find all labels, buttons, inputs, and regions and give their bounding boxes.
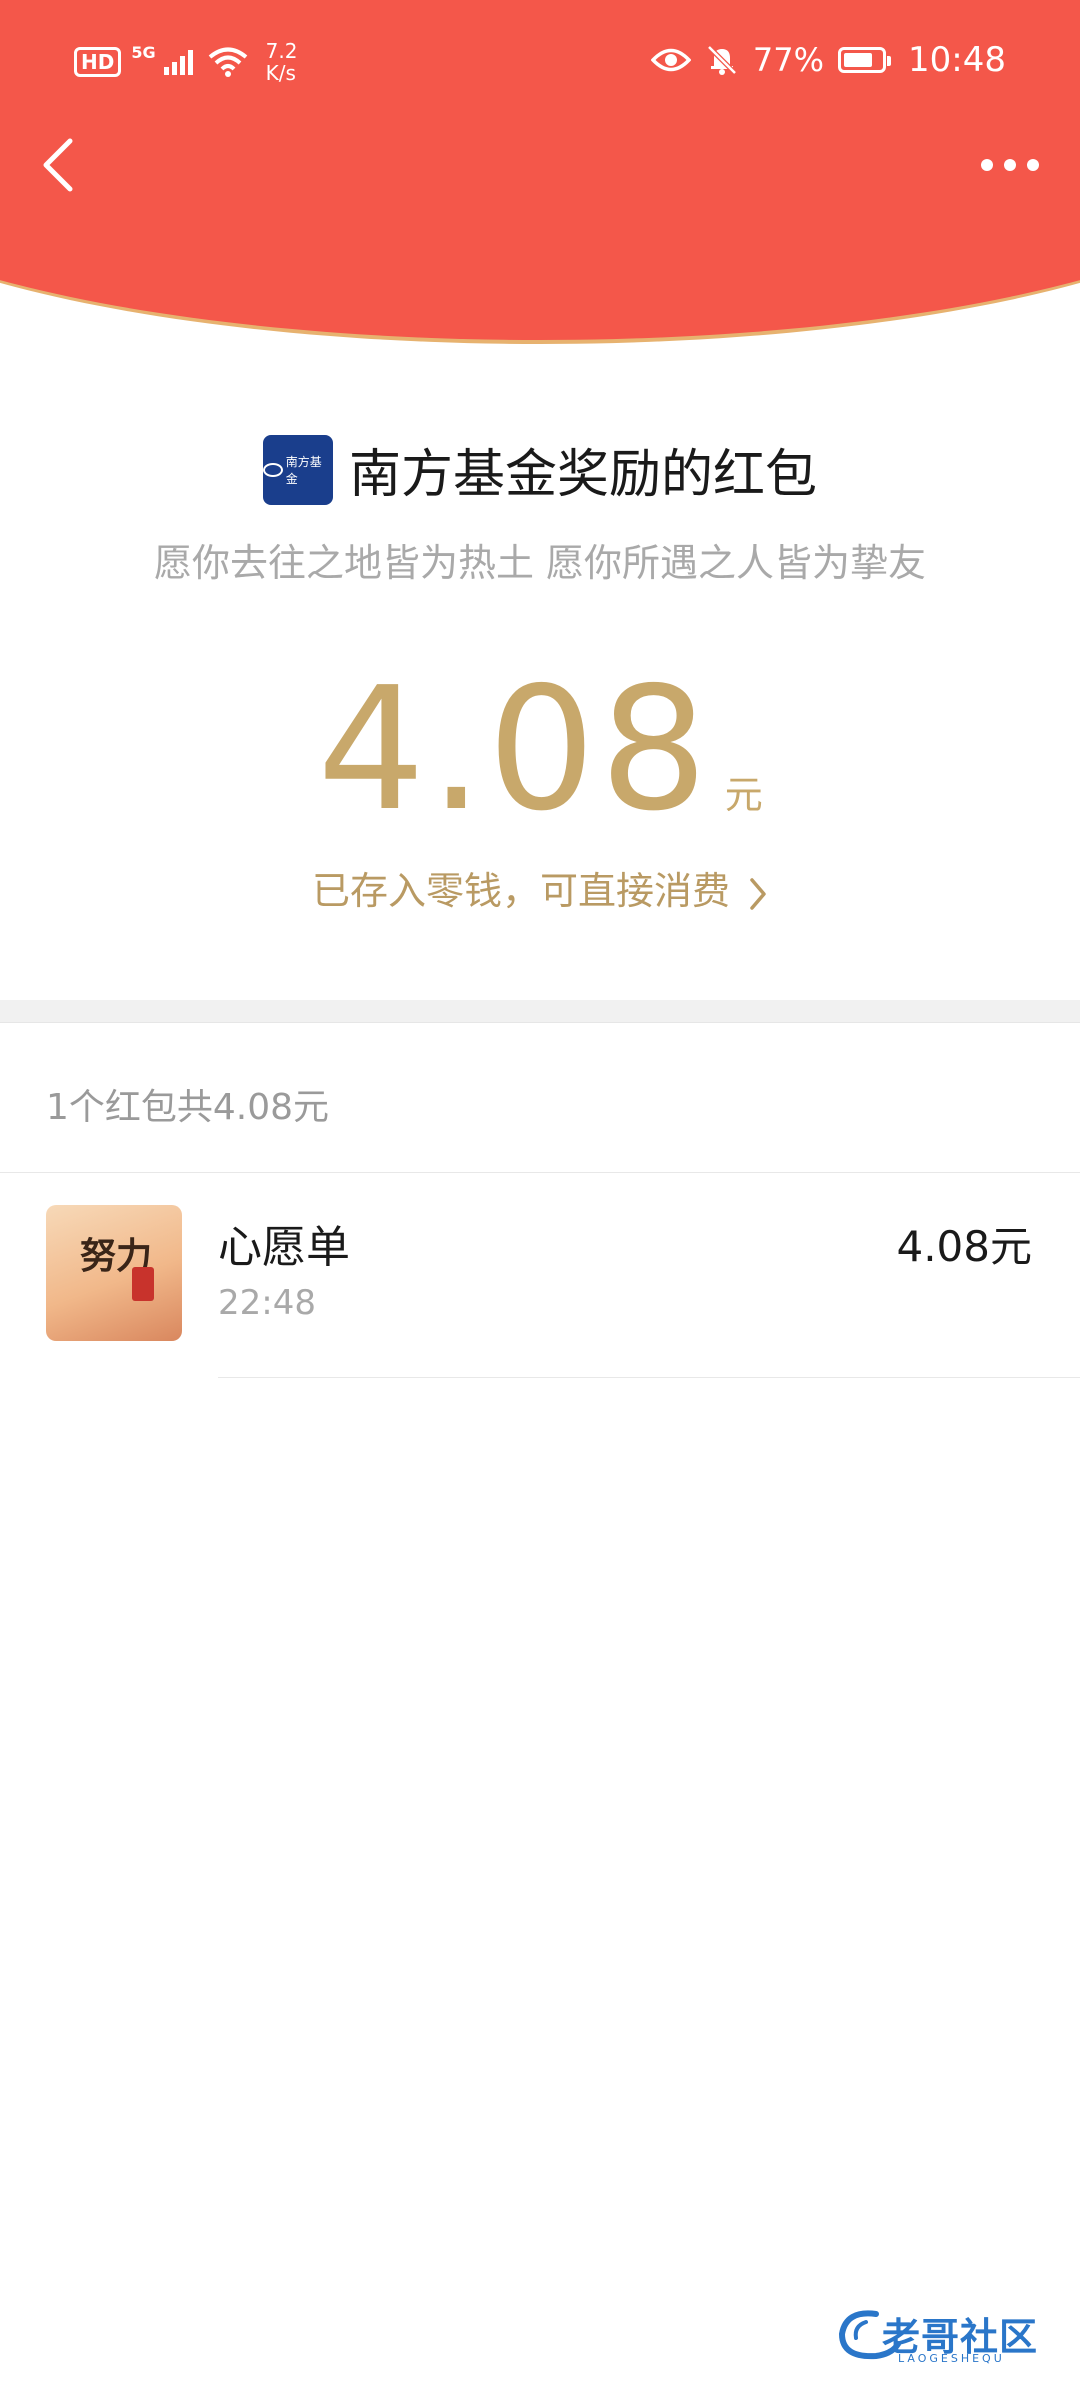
- stored-to-balance-link[interactable]: 已存入零钱，可直接消费: [0, 860, 1080, 915]
- sender-title: 南方基金奖励的红包: [348, 445, 817, 505]
- clock: 10:48: [908, 40, 1006, 80]
- more-horizontal-icon: [981, 159, 1039, 171]
- amount-display: 4.08 元: [0, 650, 1080, 850]
- sender-row: 南方基金 南方基金奖励的红包: [0, 432, 1080, 507]
- watermark-subtext: LAOGESHEQU: [898, 2352, 1005, 2365]
- signal-icon: [163, 50, 193, 75]
- status-right: 77% 10:48: [650, 40, 1006, 80]
- item-amount: 4.08元: [896, 1222, 1032, 1271]
- watermark-logo: 老哥社区 LAOGESHEQU: [836, 2302, 1066, 2372]
- bell-off-icon: [707, 45, 737, 75]
- stored-text: 已存入零钱，可直接消费: [311, 869, 730, 913]
- list-item[interactable]: 努力 心愿单 22:48 4.08元: [0, 1173, 1080, 1378]
- item-time: 22:48: [218, 1283, 316, 1323]
- sender-logo: 南方基金: [262, 434, 333, 505]
- logo-ring-icon: [262, 462, 283, 477]
- eye-icon: [650, 48, 691, 72]
- more-button[interactable]: [970, 140, 1050, 190]
- network-speed: 7.2 K/s: [266, 40, 298, 84]
- amount-value: 4.08: [317, 651, 712, 849]
- avatar-seal: [132, 1267, 154, 1301]
- chevron-left-icon: [43, 138, 73, 192]
- blessing-text: 愿你去往之地皆为热土 愿你所遇之人皆为挚友: [153, 541, 927, 585]
- red-packet-detail-screen: HD 5G 7.2 K/s 77% 10:48 南方基金 南方基金奖励的红包 愿…: [0, 0, 1080, 2388]
- status-bar: HD 5G 7.2 K/s 77% 10:48: [0, 0, 1080, 120]
- packet-summary: 1个红包共4.08元: [46, 1087, 330, 1128]
- battery-icon: [838, 47, 892, 73]
- status-left: HD 5G 7.2 K/s: [74, 40, 297, 84]
- item-divider: [218, 1377, 1080, 1378]
- speed-unit: K/s: [265, 61, 296, 85]
- avatar: 努力: [46, 1205, 182, 1341]
- wifi-icon: [208, 47, 247, 77]
- speed-value: 7.2: [265, 39, 298, 63]
- item-name: 心愿单: [218, 1222, 350, 1273]
- section-divider: [0, 1000, 1080, 1023]
- sender-logo-text: 南方基金: [285, 454, 322, 486]
- amount-unit: 元: [724, 773, 763, 817]
- battery-level: [844, 53, 873, 67]
- hd-badge: HD: [74, 47, 122, 77]
- chevron-right-icon: [750, 877, 766, 910]
- network-type: 5G: [131, 43, 156, 62]
- battery-percent: 77%: [752, 41, 825, 79]
- back-button[interactable]: [28, 130, 88, 200]
